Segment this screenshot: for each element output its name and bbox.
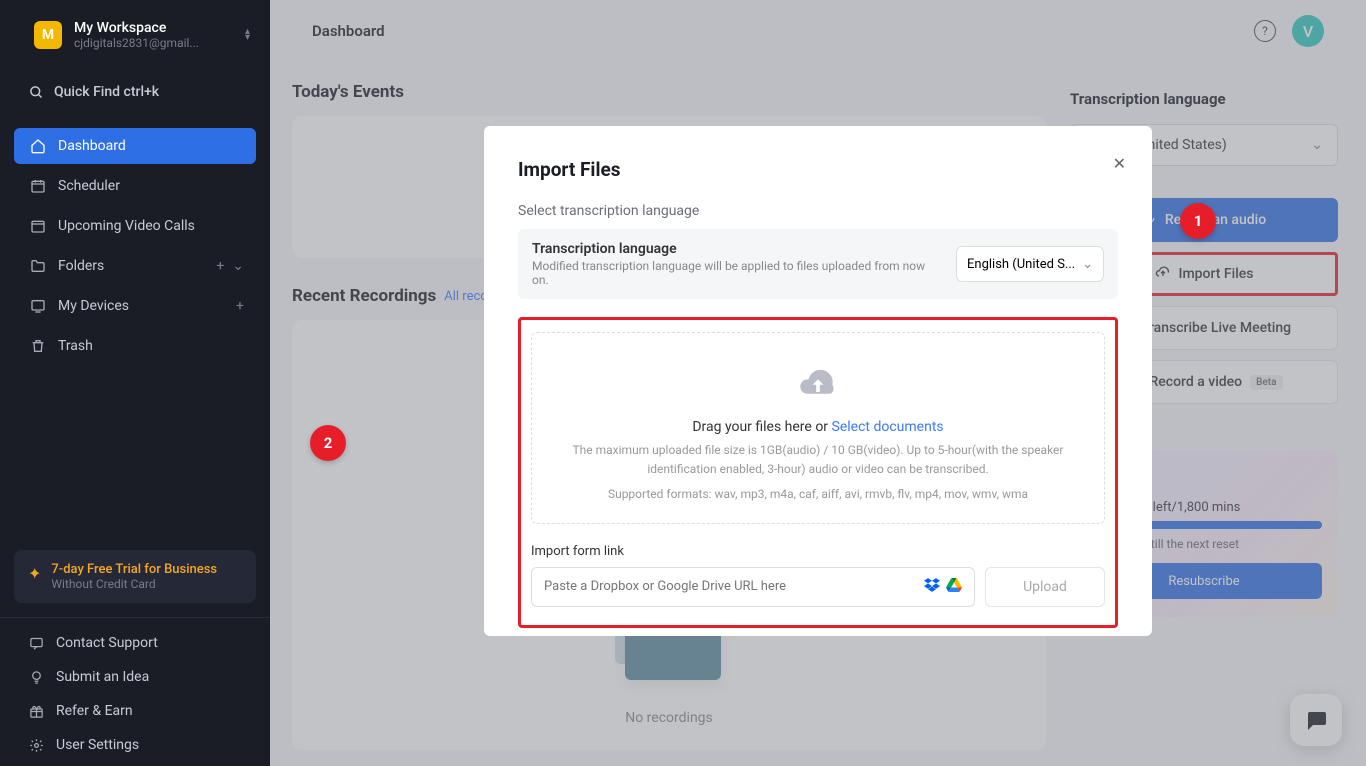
bottom-nav: Contact Support Submit an Idea Refer & E… xyxy=(0,617,270,766)
calendar-clock-icon xyxy=(30,218,46,234)
import-link-label: Import form link xyxy=(531,544,1105,559)
nav-dashboard[interactable]: Dashboard xyxy=(14,128,256,164)
nav-label: Scheduler xyxy=(58,178,120,194)
modal-language-select[interactable]: English (United S... ⌄ xyxy=(956,246,1104,282)
workspace-email: cjdigitals2831@gmail... xyxy=(74,36,199,50)
close-icon[interactable]: ✕ xyxy=(1113,154,1126,173)
nav-trash[interactable]: Trash xyxy=(14,328,256,364)
modal-overlay: Import Files ✕ Select transcription lang… xyxy=(270,0,1366,766)
plus-icon[interactable]: + xyxy=(216,258,224,274)
chevron-down-icon: ⌄ xyxy=(1082,257,1093,272)
nav-scheduler[interactable]: Scheduler xyxy=(14,168,256,204)
upload-note-2: Supported formats: wav, mp3, m4a, caf, a… xyxy=(550,485,1086,504)
upload-region-highlight: Drag your files here or Select documents… xyxy=(518,317,1118,628)
nav-label: Upcoming Video Calls xyxy=(58,218,195,234)
sidebar: M My Workspace cjdigitals2831@gmail... ▴… xyxy=(0,0,270,766)
label: Submit an Idea xyxy=(56,669,149,685)
search-icon xyxy=(28,84,44,100)
label: User Settings xyxy=(56,737,139,753)
modal-language-row: Transcription language Modified transcri… xyxy=(518,229,1118,299)
bulb-icon xyxy=(28,669,44,685)
modal-lang-value: English (United S... xyxy=(967,257,1075,272)
nav-upcoming[interactable]: Upcoming Video Calls xyxy=(14,208,256,244)
link-input[interactable] xyxy=(544,579,924,594)
folder-icon xyxy=(30,258,46,274)
gear-icon xyxy=(28,737,44,753)
upload-button[interactable]: Upload xyxy=(985,567,1105,607)
trial-subtitle: Without Credit Card xyxy=(51,577,217,591)
trial-title: 7-day Free Trial for Business xyxy=(51,562,217,577)
cloud-upload-icon xyxy=(796,365,840,401)
home-icon xyxy=(30,138,46,154)
nav-label: Trash xyxy=(58,338,93,354)
workspace-avatar: M xyxy=(34,21,62,49)
quickfind-label: Quick Find ctrl+k xyxy=(54,84,159,100)
modal-subtitle: Select transcription language xyxy=(518,203,1118,219)
user-settings[interactable]: User Settings xyxy=(0,728,270,762)
chevron-updown-icon: ▴▾ xyxy=(245,29,250,41)
link-input-wrap xyxy=(531,567,975,607)
trial-card[interactable]: ✦ 7-day Free Trial for Business Without … xyxy=(14,550,256,603)
workspace-name: My Workspace xyxy=(74,20,199,36)
nav-devices[interactable]: My Devices + xyxy=(14,288,256,324)
modal-title: Import Files xyxy=(518,158,1118,181)
tutorial-badge-1: 1 xyxy=(1180,203,1216,239)
trash-icon xyxy=(30,338,46,354)
nav-label: My Devices xyxy=(58,298,129,314)
workspace-switcher[interactable]: M My Workspace cjdigitals2831@gmail... ▴… xyxy=(0,0,270,66)
quick-find[interactable]: Quick Find ctrl+k xyxy=(0,74,270,110)
modal-lang-sub: Modified transcription language will be … xyxy=(532,259,940,287)
nav-label: Folders xyxy=(58,258,104,274)
refer-earn[interactable]: Refer & Earn xyxy=(0,694,270,728)
tutorial-badge-2: 2 xyxy=(310,425,346,461)
import-files-modal: Import Files ✕ Select transcription lang… xyxy=(484,126,1152,636)
upload-note-1: The maximum uploaded file size is 1GB(au… xyxy=(550,441,1086,479)
devices-icon xyxy=(30,298,46,314)
dropbox-icon[interactable] xyxy=(924,577,940,596)
nav-label: Dashboard xyxy=(58,138,126,154)
main-region: Dashboard ? V Today's Events Recent Reco… xyxy=(270,0,1366,766)
modal-lang-title: Transcription language xyxy=(532,241,940,257)
sparkle-icon: ✦ xyxy=(28,564,41,583)
drag-text: Drag your files here or xyxy=(692,419,831,435)
google-drive-icon[interactable] xyxy=(946,577,962,596)
drop-zone[interactable]: Drag your files here or Select documents… xyxy=(531,332,1105,524)
chevron-down-icon[interactable]: ⌄ xyxy=(232,258,244,274)
label: Contact Support xyxy=(56,635,158,651)
plus-icon[interactable]: + xyxy=(236,298,244,314)
chat-icon xyxy=(28,635,44,651)
calendar-icon xyxy=(30,178,46,194)
label: Refer & Earn xyxy=(56,703,133,719)
select-documents-link[interactable]: Select documents xyxy=(832,419,944,435)
nav-folders[interactable]: Folders + ⌄ xyxy=(14,248,256,284)
contact-support[interactable]: Contact Support xyxy=(0,626,270,660)
gift-icon xyxy=(28,703,44,719)
submit-idea[interactable]: Submit an Idea xyxy=(0,660,270,694)
